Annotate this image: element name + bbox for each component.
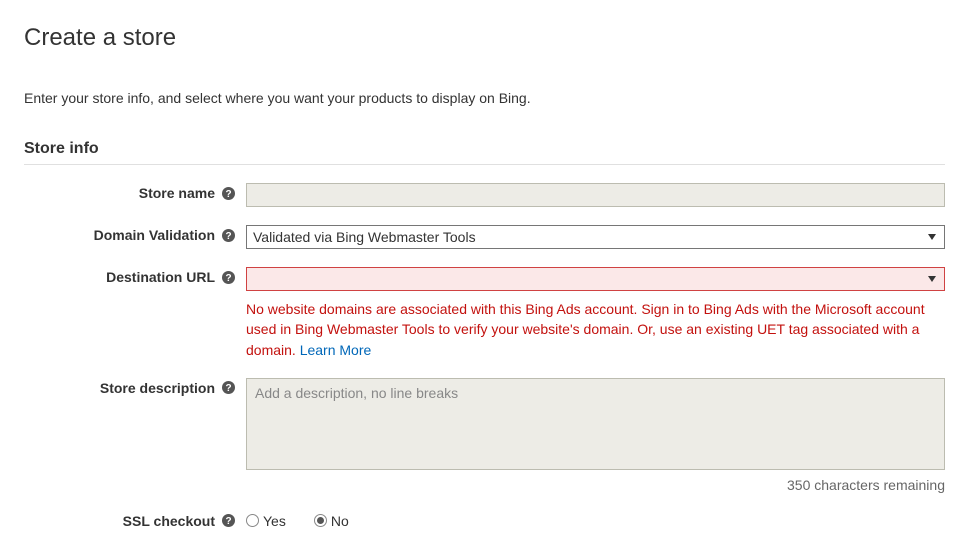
svg-text:?: ? xyxy=(225,189,231,200)
help-icon[interactable]: ? xyxy=(221,228,236,243)
char-remaining-text: 350 characters remaining xyxy=(246,477,945,493)
help-icon[interactable]: ? xyxy=(221,186,236,201)
learn-more-link[interactable]: Learn More xyxy=(300,342,372,358)
ssl-radio-yes[interactable]: Yes xyxy=(246,513,286,529)
help-icon[interactable]: ? xyxy=(221,380,236,395)
svg-text:?: ? xyxy=(225,383,231,394)
domain-validation-select[interactable]: Validated via Bing Webmaster Tools xyxy=(246,225,945,249)
label-ssl-checkout: SSL checkout xyxy=(123,513,215,529)
radio-icon xyxy=(246,514,259,527)
label-store-name: Store name xyxy=(139,185,215,201)
destination-url-error: No website domains are associated with t… xyxy=(246,299,945,360)
row-store-name: Store name ? xyxy=(24,183,945,207)
label-store-description: Store description xyxy=(100,380,215,396)
section-title-store-info: Store info xyxy=(24,140,945,158)
intro-text: Enter your store info, and select where … xyxy=(24,90,945,106)
row-destination-url: Destination URL ? No website domains are… xyxy=(24,267,945,360)
row-domain-validation: Domain Validation ? Validated via Bing W… xyxy=(24,225,945,249)
page-title: Create a store xyxy=(24,24,945,52)
chevron-down-icon xyxy=(928,276,936,282)
row-ssl-checkout: SSL checkout ? Yes No xyxy=(24,511,945,529)
destination-url-select[interactable] xyxy=(246,267,945,291)
svg-text:?: ? xyxy=(225,231,231,242)
domain-validation-selected: Validated via Bing Webmaster Tools xyxy=(253,229,476,245)
svg-text:?: ? xyxy=(225,273,231,284)
help-icon[interactable]: ? xyxy=(221,270,236,285)
label-destination-url: Destination URL xyxy=(106,269,215,285)
chevron-down-icon xyxy=(928,234,936,240)
ssl-no-label: No xyxy=(331,513,349,529)
row-store-description: Store description ? 350 characters remai… xyxy=(24,378,945,493)
help-icon[interactable]: ? xyxy=(221,513,236,528)
section-divider xyxy=(24,164,945,165)
ssl-yes-label: Yes xyxy=(263,513,286,529)
label-domain-validation: Domain Validation xyxy=(94,227,215,243)
store-name-input[interactable] xyxy=(246,183,945,207)
ssl-radio-no[interactable]: No xyxy=(314,513,349,529)
svg-text:?: ? xyxy=(225,516,231,527)
radio-icon xyxy=(314,514,327,527)
store-description-textarea[interactable] xyxy=(246,378,945,470)
